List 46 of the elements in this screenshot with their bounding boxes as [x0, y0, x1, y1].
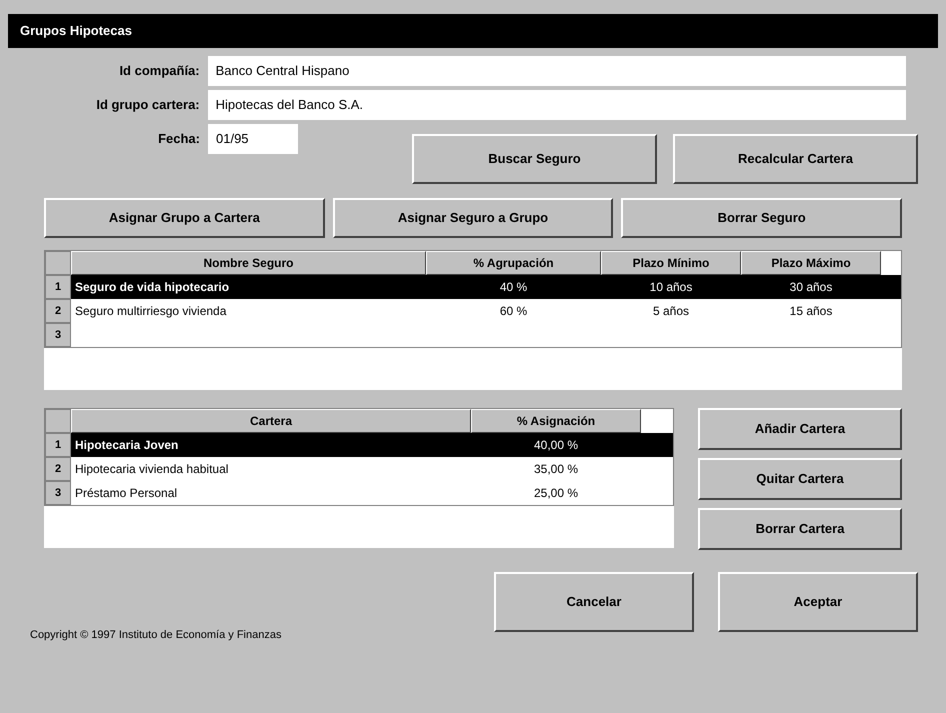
row-marker: 3 — [45, 481, 71, 505]
table-cell-text: 30 años — [788, 279, 834, 296]
status-text: Copyright © 1997 Instituto de Economía y Finanzas — [30, 629, 282, 641]
row-marker: 2 — [45, 299, 71, 323]
toolbar-button[interactable]: Buscar Seguro — [412, 134, 657, 184]
column-header[interactable]: % Asignación — [471, 409, 641, 433]
field-label: Fecha: — [157, 130, 200, 148]
input-field[interactable]: Banco Central Hispano — [208, 56, 906, 86]
row-marker: 2 — [45, 457, 71, 481]
table-row[interactable]: 1 Hipotecaria Joven 40,00 % — [45, 433, 673, 457]
column-header[interactable]: Nombre Seguro — [71, 251, 426, 275]
column-header[interactable]: Plazo Máximo — [741, 251, 881, 275]
table-cell-text: Préstamo Personal — [74, 485, 178, 502]
column-header[interactable]: % Agrupación — [426, 251, 601, 275]
table-cell-text: 10 años — [648, 279, 694, 296]
table-cell-text: 5 años — [652, 303, 690, 320]
row-marker: 3 — [45, 323, 71, 347]
table-cell-text: 35,00 % — [532, 461, 580, 478]
table-cell-text: 60 % — [498, 303, 528, 320]
column-header[interactable]: Plazo Mínimo — [601, 251, 741, 275]
toolbar-button[interactable]: Recalcular Cartera — [673, 134, 918, 184]
field-label: Id grupo cartera: — [95, 96, 200, 114]
table-row[interactable]: 1 Seguro de vida hipotecario 40 % 10 años 30 años — [45, 275, 901, 299]
table-cell-text: 40,00 % — [532, 437, 580, 454]
table-cell-text: 25,00 % — [532, 485, 580, 502]
action-button[interactable]: Borrar Seguro — [621, 198, 902, 238]
dialog-button[interactable]: Aceptar — [718, 572, 918, 632]
table-cell-text: 15 años — [788, 303, 834, 320]
row-marker: 1 — [45, 433, 71, 457]
table-cell-text: 40 % — [498, 279, 528, 296]
side-button[interactable]: Añadir Cartera — [698, 408, 902, 450]
row-marker: 1 — [45, 275, 71, 299]
action-button[interactable]: Asignar Seguro a Grupo — [332, 198, 614, 238]
table-cell-text: Hipotecaria Joven — [74, 437, 180, 454]
field-label: Id compañía: — [118, 62, 200, 80]
table-cell-text: Seguro de vida hipotecario — [74, 279, 230, 296]
side-button[interactable]: Borrar Cartera — [698, 508, 902, 550]
input-field[interactable]: 01/95 — [208, 124, 298, 154]
dialog-button[interactable]: Cancelar — [494, 572, 694, 632]
table-cell-text: Seguro multirriesgo vivienda — [74, 303, 228, 320]
window-title: Grupos Hipotecas — [20, 22, 132, 40]
table-cell-text: Hipotecaria vivienda habitual — [74, 461, 230, 478]
side-button[interactable]: Quitar Cartera — [698, 458, 902, 500]
column-header[interactable]: Cartera — [71, 409, 471, 433]
action-button[interactable]: Asignar Grupo a Cartera — [44, 198, 325, 238]
input-field[interactable]: Hipotecas del Banco S.A. — [208, 90, 906, 120]
